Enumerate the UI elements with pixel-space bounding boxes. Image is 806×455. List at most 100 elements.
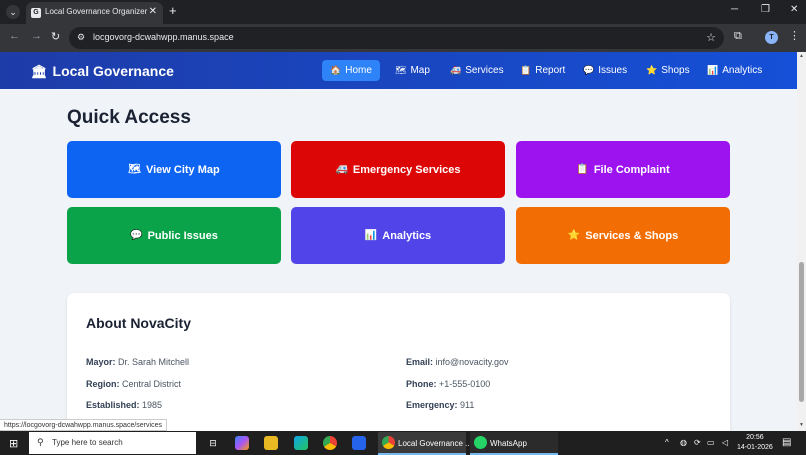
- card-label: Analytics: [382, 229, 432, 242]
- taskbar-clock[interactable]: 20:56 14-01-2026: [737, 433, 773, 453]
- brand-title: Local Governance: [52, 63, 174, 79]
- nav-analytics[interactable]: 📊 Analytics: [699, 60, 770, 81]
- nav-label: Issues: [598, 65, 628, 76]
- windows-start-icon[interactable]: ⊞: [9, 437, 18, 450]
- search-placeholder: Type here to search: [52, 438, 123, 447]
- star-icon: ⭐: [646, 65, 658, 75]
- close-tab-icon[interactable]: ✕: [149, 6, 157, 17]
- close-icon[interactable]: ✕: [790, 4, 798, 15]
- nav-shops[interactable]: ⭐ Shops: [638, 60, 698, 81]
- nav-map[interactable]: 🗺 Map: [387, 60, 438, 81]
- network-icon[interactable]: ◍: [680, 438, 687, 447]
- about-card: About NovaCity Mayor: Dr. Sarah Mitchell…: [67, 293, 730, 431]
- nav-label: Report: [535, 65, 566, 76]
- scroll-down-icon[interactable]: ▼: [799, 422, 804, 428]
- map-icon: 🗺: [395, 65, 407, 75]
- card-label: Emergency Services: [352, 163, 461, 176]
- back-icon[interactable]: ←: [9, 30, 20, 42]
- brand[interactable]: 🏛 Local Governance: [31, 63, 174, 80]
- extensions-icon[interactable]: ⧉: [734, 30, 742, 43]
- app-navbar: 🏛 Local Governance 🏠 Home 🗺 Map 🚑 Services 📋…: [0, 52, 797, 89]
- whatsapp-icon: [474, 436, 487, 449]
- info-value: Dr. Sarah Mitchell: [118, 357, 190, 367]
- about-title: About NovaCity: [86, 315, 191, 331]
- nav-issues[interactable]: 💬 Issues: [575, 60, 635, 81]
- minimize-icon[interactable]: ─: [731, 4, 738, 15]
- scroll-up-icon[interactable]: ▲: [799, 53, 804, 59]
- info-value: 1985: [142, 400, 163, 410]
- region-info: Region: Central District: [86, 379, 181, 389]
- phone-info: Phone: +1-555-0100: [406, 379, 490, 389]
- sync-icon[interactable]: ⟳: [694, 438, 701, 447]
- show-hidden-icons-icon[interactable]: ^: [665, 438, 669, 447]
- address-bar[interactable]: ⚙ locgovorg-dcwahwpp.manus.space ☆: [69, 27, 724, 49]
- edge-icon[interactable]: [294, 436, 308, 450]
- nav-label: Analytics: [722, 65, 763, 76]
- card-label: Services & Shops: [585, 229, 679, 242]
- info-value: Central District: [122, 379, 182, 389]
- url-text[interactable]: locgovorg-dcwahwpp.manus.space: [93, 32, 234, 42]
- mail-icon[interactable]: [352, 436, 366, 450]
- info-key: Region:: [86, 379, 120, 389]
- emergency-info: Emergency: 911: [406, 400, 474, 410]
- scroll-thumb[interactable]: [799, 262, 804, 402]
- forward-icon[interactable]: →: [31, 30, 42, 42]
- nav-report[interactable]: 📋 Report: [512, 60, 573, 81]
- battery-icon[interactable]: ▭: [707, 438, 715, 447]
- task-view-icon[interactable]: ⊟: [206, 436, 220, 450]
- browser-tab-strip: ⌄ G Local Governance Organizer ✕ + ─ ❐ ✕: [0, 0, 806, 24]
- info-key: Phone:: [406, 379, 437, 389]
- notifications-icon[interactable]: ▤: [782, 437, 791, 448]
- building-icon: 🏛: [31, 64, 48, 79]
- taskbar-search[interactable]: ⚲ Type here to search: [29, 432, 196, 454]
- page-scrollbar[interactable]: ▲ ▼: [797, 52, 806, 431]
- ambulance-icon: 🚑: [335, 164, 348, 175]
- card-label: File Complaint: [593, 163, 670, 176]
- taskbar: ⊞ ⚲ Type here to search ⊟ Local Governan…: [0, 431, 806, 455]
- info-key: Mayor:: [86, 357, 116, 367]
- analytics-card[interactable]: 📊 Analytics: [291, 207, 505, 264]
- profile-avatar[interactable]: T: [765, 31, 778, 44]
- clock-time: 20:56: [746, 434, 764, 441]
- nav-services[interactable]: 🚑 Services: [442, 60, 512, 81]
- menu-icon[interactable]: ⋮: [789, 29, 800, 42]
- info-key: Email:: [406, 357, 434, 367]
- info-value: 911: [460, 400, 475, 410]
- reload-icon[interactable]: ↻: [51, 30, 60, 43]
- file-explorer-icon[interactable]: [264, 436, 278, 450]
- view-city-map-card[interactable]: 🗺 View City Map: [67, 141, 281, 198]
- maximize-icon[interactable]: ❐: [761, 4, 770, 15]
- taskbar-app-label: Local Governance ...: [398, 439, 472, 448]
- volume-icon[interactable]: ◁: [722, 438, 728, 447]
- file-complaint-card[interactable]: 📋 File Complaint: [516, 141, 730, 198]
- email-info: Email: info@novacity.gov: [406, 357, 509, 367]
- nav-label: Home: [345, 65, 372, 76]
- site-info-icon[interactable]: ⚙: [77, 32, 85, 43]
- public-issues-card[interactable]: 💬 Public Issues: [67, 207, 281, 264]
- new-tab-button[interactable]: +: [169, 3, 177, 18]
- nav-home[interactable]: 🏠 Home: [322, 60, 380, 81]
- chrome-icon[interactable]: [323, 436, 337, 450]
- link-status-bubble: https://locgovorg-dcwahwpp.manus.space/s…: [0, 419, 167, 431]
- mayor-info: Mayor: Dr. Sarah Mitchell: [86, 357, 189, 367]
- taskbar-app-chrome[interactable]: Local Governance ...: [378, 432, 472, 455]
- services-shops-card[interactable]: ⭐ Services & Shops: [516, 207, 730, 264]
- info-key: Established:: [86, 400, 140, 410]
- info-value: info@novacity.gov: [435, 357, 509, 367]
- clipboard-icon: 📋: [520, 65, 532, 75]
- card-label: View City Map: [145, 163, 220, 176]
- bookmark-star-icon[interactable]: ☆: [706, 31, 716, 44]
- browser-tab[interactable]: G Local Governance Organizer ✕: [26, 2, 163, 24]
- info-value: +1-555-0100: [439, 379, 491, 389]
- page-viewport: 🏛 Local Governance 🏠 Home 🗺 Map 🚑 Services 📋…: [0, 52, 806, 431]
- nav-label: Services: [465, 65, 504, 76]
- main-content: Quick Access 🗺 View City Map 🚑 Emergency S…: [0, 89, 797, 431]
- established-info: Established: 1985: [86, 400, 162, 410]
- taskbar-app-whatsapp[interactable]: WhatsApp: [470, 432, 558, 455]
- ambulance-icon: 🚑: [450, 65, 462, 75]
- emergency-services-card[interactable]: 🚑 Emergency Services: [291, 141, 505, 198]
- clipboard-icon: 📋: [576, 164, 589, 175]
- copilot-icon[interactable]: [235, 436, 249, 450]
- taskbar-app-label: WhatsApp: [490, 439, 527, 448]
- tab-search-icon[interactable]: ⌄: [6, 5, 20, 19]
